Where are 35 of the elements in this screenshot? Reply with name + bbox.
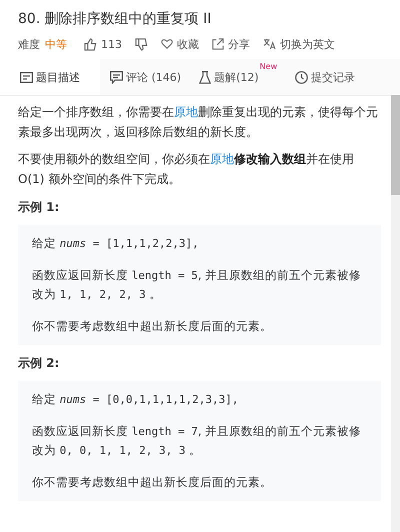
- example-text: 函数应返回新长度 length = 7, 并且原数组的前五个元素被修改为 0, 0, 1, 1, 2, 3, 3 。: [32, 423, 362, 459]
- scrollbar-thumb[interactable]: [391, 95, 400, 195]
- link[interactable]: 原地: [210, 152, 234, 166]
- thumbs-up-icon: [84, 38, 97, 50]
- tab[interactable]: 评论 (146): [100, 59, 190, 95]
- tab[interactable]: 题目描述: [0, 59, 100, 95]
- dislike-button[interactable]: [135, 38, 148, 50]
- example-text: 函数应返回新长度 length = 5, 并且原数组的前五个元素被修改为 1, 1, 2, 2, 3 。: [32, 267, 362, 303]
- example-heading: 示例 2:: [18, 355, 60, 372]
- problem-title: 80. 删除排序数组中的重复项 II: [18, 10, 212, 28]
- tab[interactable]: 提交记录: [285, 59, 364, 95]
- document-icon: [20, 72, 33, 82]
- scrollbar[interactable]: [391, 95, 400, 532]
- description-paragraph: 不要使用额外的数组空间，你必须在原地修改输入数组并在使用 O(1) 额外空间的条件下完成。: [18, 151, 355, 188]
- like-button[interactable]: 113: [84, 38, 122, 50]
- example-text: 给定 nums = [1,1,1,2,2,3],: [32, 235, 200, 252]
- comment-icon: [110, 70, 123, 84]
- example-text: 你不需要考虑数组中超出新长度后面的元素。: [32, 318, 273, 335]
- difficulty-level: 中等: [45, 36, 67, 52]
- link[interactable]: 原地: [174, 105, 198, 119]
- heart-icon: [161, 38, 173, 50]
- example-text: 你不需要考虑数组中超出新长度后面的元素。: [32, 474, 273, 491]
- favorite-button[interactable]: 收藏: [161, 36, 199, 52]
- new-label: New: [260, 62, 278, 71]
- share-button[interactable]: 分享: [212, 36, 250, 52]
- language-button[interactable]: 切换为英文: [263, 36, 335, 52]
- thumbs-down-icon: [135, 38, 148, 50]
- difficulty-label: 难度: [18, 36, 40, 52]
- example-text: 给定 nums = [0,0,1,1,1,1,2,3,3],: [32, 391, 240, 408]
- translate-icon: [263, 38, 276, 50]
- share-icon: [212, 38, 224, 50]
- description-paragraph: 给定一个排序数组，你需要在原地删除重复出现的元素，使得每个元素最多出现两次，返回移除后数组的新长度。: [18, 104, 379, 141]
- clock-icon: [295, 70, 308, 84]
- flask-icon: [199, 70, 212, 84]
- example-heading: 示例 1:: [18, 199, 60, 216]
